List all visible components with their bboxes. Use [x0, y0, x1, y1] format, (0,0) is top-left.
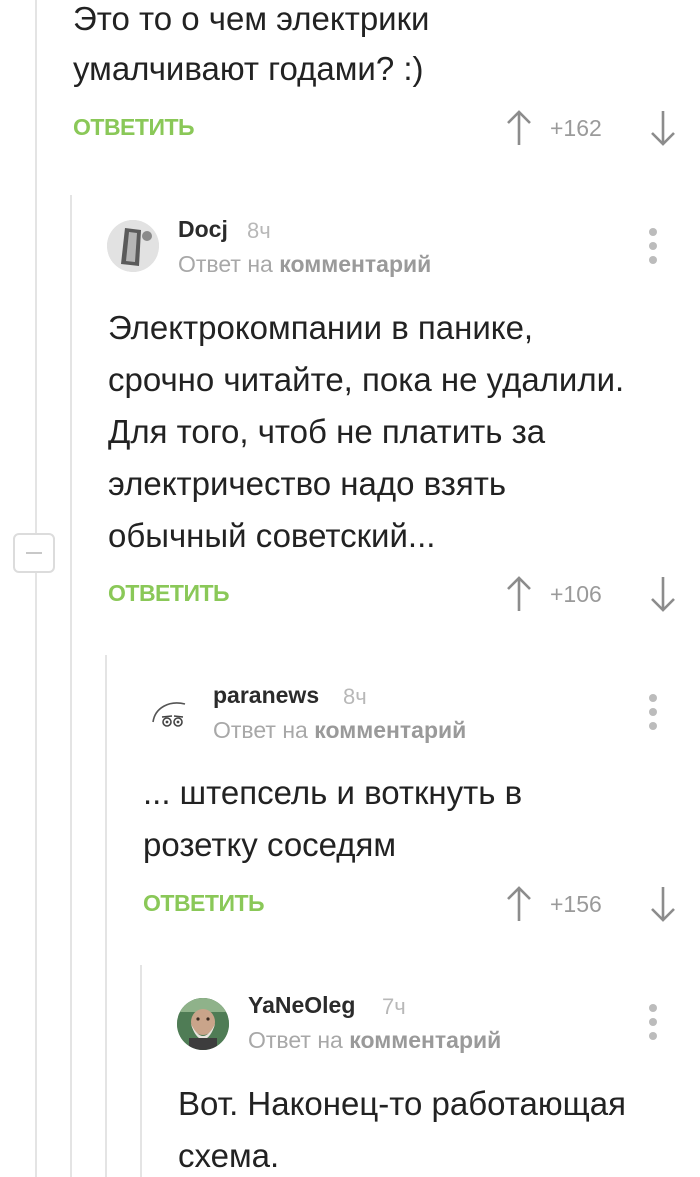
comment-text-line: срочно читайте, пока не удалили. [108, 361, 625, 398]
vote-controls: +156 [506, 885, 676, 925]
avatar[interactable] [107, 220, 159, 272]
comment-text-line: Электрокомпании в панике, [108, 309, 534, 346]
vote-controls: +106 [506, 575, 676, 615]
arrow-up-icon[interactable] [506, 885, 532, 923]
reply-to-link[interactable]: комментарий [349, 1027, 501, 1053]
thread-line-level-1[interactable] [35, 0, 37, 1177]
arrow-down-icon[interactable] [650, 575, 676, 613]
more-vertical-icon[interactable] [647, 694, 659, 730]
vote-controls: +162 [506, 109, 676, 149]
avatar[interactable] [177, 998, 229, 1050]
rating-count: +106 [550, 581, 602, 607]
rating-count: +156 [550, 891, 602, 917]
comment-text-line: ... штепсель и воткнуть в [143, 774, 523, 811]
comment-time: 7ч [382, 994, 406, 1019]
comment-text-line: Для того, чтоб не платить за [108, 413, 546, 450]
thread-line-level-4[interactable] [140, 965, 142, 1177]
arrow-up-icon[interactable] [506, 109, 532, 147]
reply-to-prefix: Ответ на [213, 717, 308, 743]
thread-line-level-2[interactable] [70, 195, 72, 1177]
comment-text-line: Это то о чем электрики [73, 0, 430, 37]
comment-text-line: электричество надо взять [108, 465, 507, 502]
reply-button[interactable]: ОТВЕТИТЬ [108, 580, 230, 607]
comment-text-line: розетку соседям [143, 826, 397, 863]
comment-author[interactable]: YaNeOleg [248, 992, 355, 1019]
reply-to-prefix: Ответ на [178, 251, 273, 277]
comment-time: 8ч [343, 684, 367, 709]
arrow-down-icon[interactable] [650, 885, 676, 923]
comment-author[interactable]: Docj [178, 216, 228, 243]
comment-text-line: Вот. Наконец-то работающая [178, 1085, 626, 1122]
comments-thread: Это то о чем электрики умалчивают годами… [0, 0, 700, 1177]
comment-time: 8ч [247, 218, 271, 243]
more-vertical-icon[interactable] [647, 1004, 659, 1040]
reply-to-link[interactable]: комментарий [314, 717, 466, 743]
arrow-up-icon[interactable] [506, 575, 532, 613]
arrow-down-icon[interactable] [650, 109, 676, 147]
collapse-thread-button[interactable] [13, 533, 55, 573]
rating-count: +162 [550, 115, 602, 141]
reply-to-line: Ответ на комментарий [248, 1027, 501, 1054]
comment-author[interactable]: paranews [213, 682, 319, 709]
reply-to-line: Ответ на комментарий [213, 717, 466, 744]
reply-button[interactable]: ОТВЕТИТЬ [73, 114, 195, 141]
reply-button[interactable]: ОТВЕТИТЬ [143, 890, 265, 917]
reply-to-line: Ответ на комментарий [178, 251, 431, 278]
comment-text-line: умалчивают годами? :) [73, 50, 424, 87]
reply-to-prefix: Ответ на [248, 1027, 343, 1053]
comment-text-line: обычный советский... [108, 517, 436, 554]
avatar[interactable] [145, 688, 197, 740]
reply-to-link[interactable]: комментарий [279, 251, 431, 277]
comment-text-line: схема. [178, 1137, 280, 1174]
more-vertical-icon[interactable] [647, 228, 659, 264]
thread-line-level-3[interactable] [105, 655, 107, 1177]
